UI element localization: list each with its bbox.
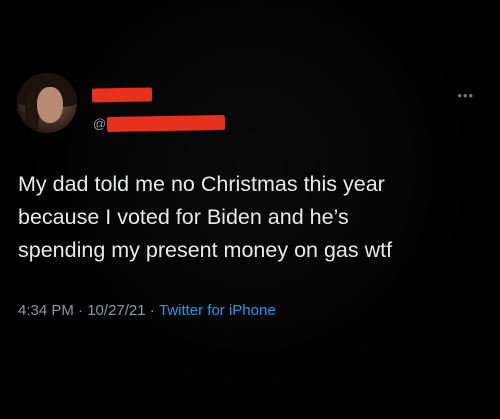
handle-redaction bbox=[107, 114, 226, 132]
tweet-text: My dad told me no Christmas this year be… bbox=[18, 172, 393, 262]
meta-separator-2: · bbox=[145, 302, 159, 319]
tweet-card: @ ••• My dad told me no Christmas this y… bbox=[0, 0, 500, 419]
meta-separator-1: · bbox=[73, 302, 88, 319]
tweet-date[interactable]: 10/27/21 bbox=[87, 302, 145, 319]
handle-row[interactable]: @ bbox=[93, 113, 226, 133]
tweet-time[interactable]: 4:34 PM bbox=[18, 302, 74, 319]
handle-prefix: @ bbox=[93, 115, 107, 131]
more-dots-icon[interactable]: ••• bbox=[457, 88, 474, 103]
avatar-face bbox=[37, 87, 63, 123]
avatar[interactable] bbox=[17, 73, 77, 133]
tweet-meta: 4:34 PM · 10/27/21 · Twitter for iPhone bbox=[18, 302, 276, 319]
tweet-source-link[interactable]: Twitter for iPhone bbox=[159, 302, 276, 319]
display-name-redaction bbox=[91, 87, 153, 103]
